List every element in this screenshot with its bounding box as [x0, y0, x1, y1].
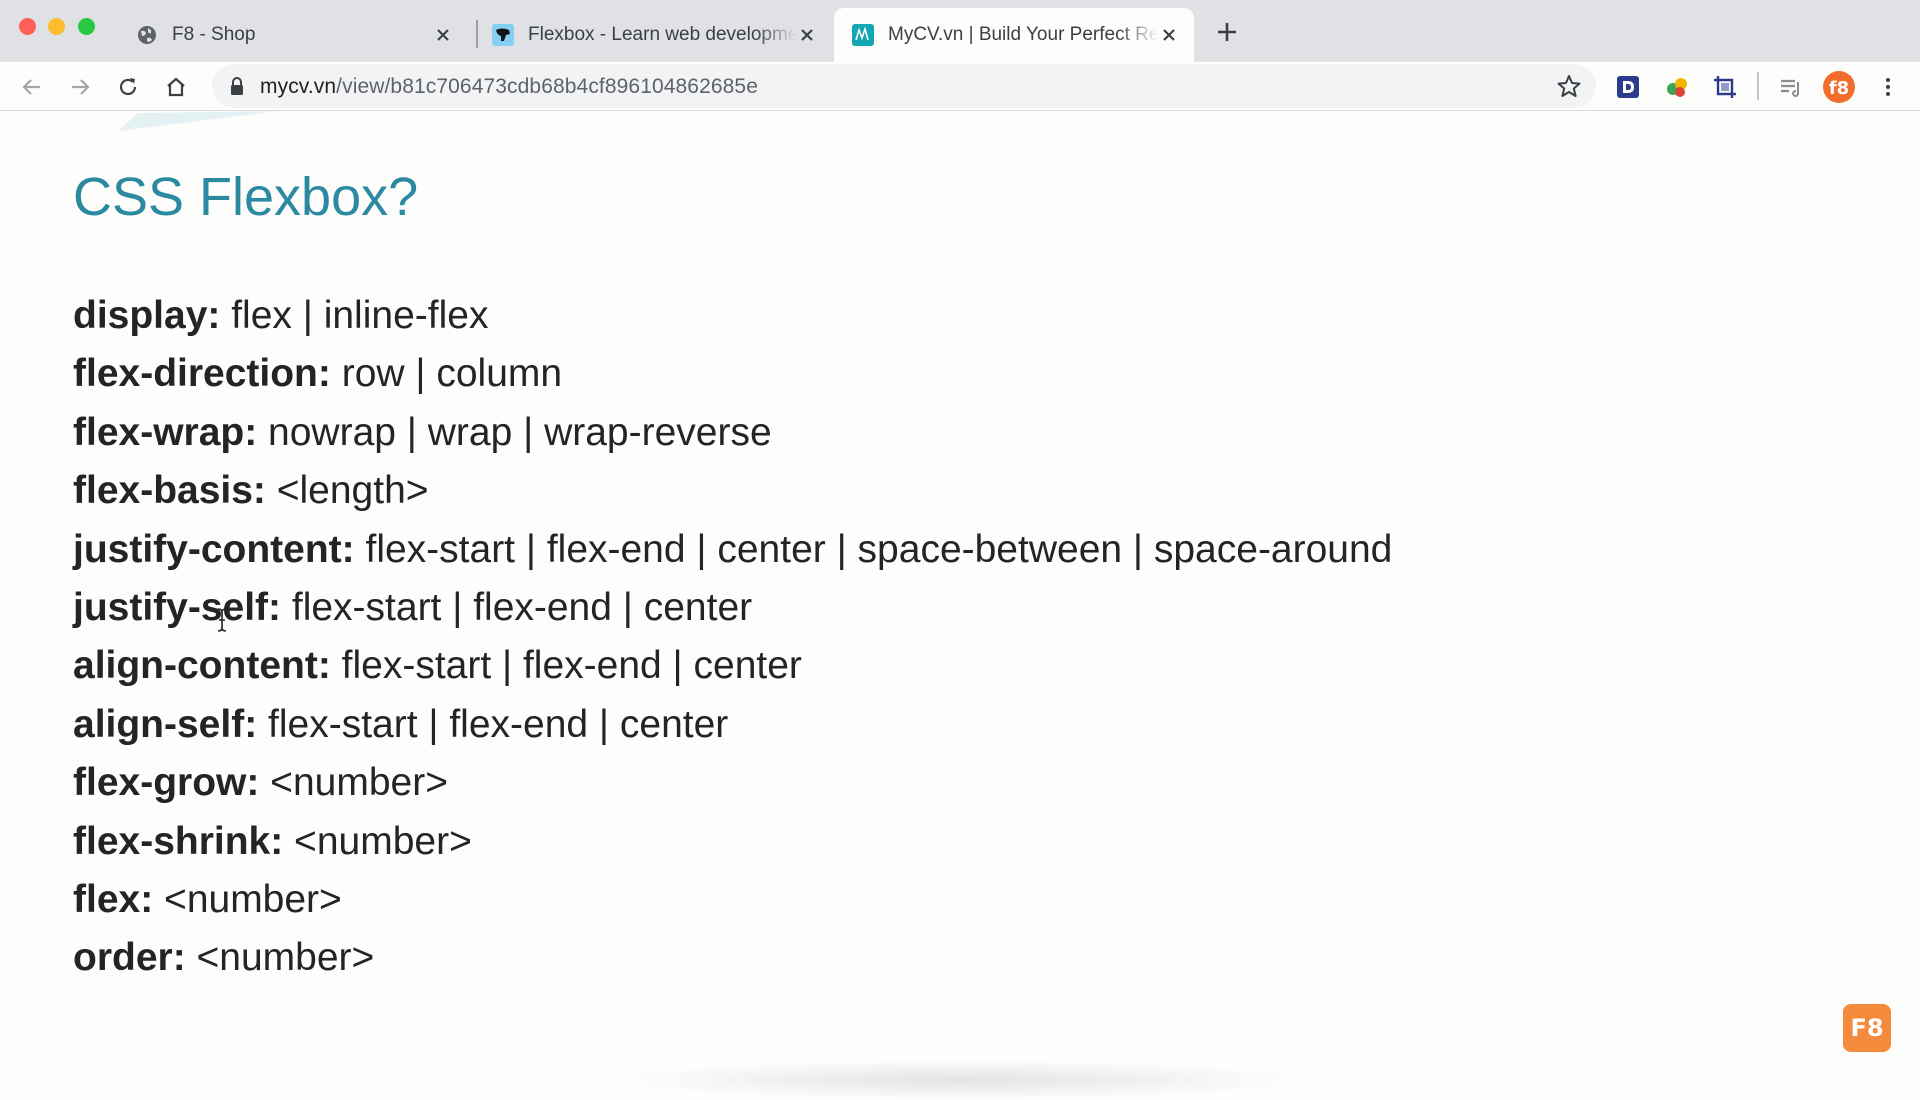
property-values: <number> — [259, 761, 448, 805]
property-values: <length> — [265, 469, 429, 513]
home-button[interactable] — [161, 72, 191, 102]
mycv-icon — [852, 24, 874, 46]
list-item: align-self: flex-start | flex-end | cent… — [73, 696, 1392, 754]
property-values: flex-start | flex-end | center — [330, 644, 802, 688]
globe-icon — [136, 24, 158, 46]
list-item: flex-shrink: <number> — [73, 813, 1392, 871]
property-name: flex-grow: — [73, 761, 260, 805]
kebab-menu-icon — [1886, 78, 1890, 96]
lock-icon[interactable] — [228, 76, 246, 101]
list-item: display: flex | inline-flex — [73, 287, 1392, 345]
flexbox-properties-list: display: flex | inline-flex flex-directi… — [73, 287, 1392, 988]
maximize-window-button[interactable] — [78, 18, 95, 35]
property-values: <number> — [185, 936, 375, 980]
minimize-window-button[interactable] — [48, 18, 65, 35]
plus-icon — [1218, 23, 1236, 41]
new-tab-button[interactable] — [1212, 17, 1242, 47]
close-tab-icon[interactable] — [796, 24, 818, 46]
tab-flexbox-mdn[interactable]: Flexbox - Learn web development — [474, 8, 832, 62]
url-text[interactable]: mycv.vn/view/b81c706473cdb68b4cf89610486… — [260, 75, 758, 99]
f8-badge-button[interactable]: F8 — [1843, 1004, 1891, 1052]
list-item: flex-wrap: nowrap | wrap | wrap-reverse — [73, 404, 1392, 462]
property-values: nowrap | wrap | wrap-reverse — [257, 410, 772, 454]
list-item: align-content: flex-start | flex-end | c… — [73, 637, 1392, 695]
list-item: flex-basis: <length> — [73, 462, 1392, 520]
f8-profile-avatar[interactable]: f8 — [1822, 70, 1856, 104]
tab-title: F8 - Shop — [172, 24, 256, 45]
property-values: flex-start | flex-end | center — [257, 702, 729, 746]
property-name: flex: — [73, 877, 154, 921]
back-button[interactable] — [17, 72, 47, 102]
toolbar-divider — [1757, 72, 1759, 100]
property-name: align-content: — [73, 644, 331, 688]
address-bar[interactable]: mycv.vn/view/b81c706473cdb68b4cf89610486… — [212, 64, 1596, 108]
home-icon — [167, 77, 185, 97]
url-path: /view/b81c706473cdb68b4cf896104862685e — [336, 75, 758, 98]
text-cursor-icon — [217, 608, 227, 632]
property-name: order: — [73, 936, 186, 980]
bookmark-star-icon[interactable] — [1556, 73, 1582, 104]
close-tab-icon[interactable] — [432, 24, 454, 46]
tab-f8-shop[interactable]: F8 - Shop — [118, 8, 468, 62]
tab-mycv[interactable]: MyCV.vn | Build Your Perfect Resume — [834, 8, 1194, 62]
arrow-right-icon — [72, 79, 90, 95]
page-title: CSS Flexbox? — [73, 167, 419, 227]
list-item: flex-direction: row | column — [73, 345, 1392, 403]
browser-toolbar: mycv.vn/view/b81c706473cdb68b4cf89610486… — [0, 62, 1920, 111]
list-item: justify-self: flex-start | flex-end | ce… — [73, 579, 1392, 637]
media-queue-icon[interactable] — [1776, 72, 1806, 102]
d-extension-icon[interactable] — [1613, 72, 1643, 102]
property-values: <number> — [283, 819, 472, 863]
color-dots-extension-icon[interactable] — [1662, 72, 1692, 102]
property-name: justify-self: — [73, 585, 282, 629]
close-window-button[interactable] — [19, 18, 36, 35]
property-values: flex-start | flex-end | center — [281, 585, 753, 629]
reload-icon — [119, 78, 137, 96]
tab-strip: F8 - Shop Flexbox - Learn web developmen… — [0, 0, 1920, 62]
property-values: <number> — [153, 877, 342, 921]
list-item: justify-content: flex-start | flex-end |… — [73, 521, 1392, 579]
close-tab-icon[interactable] — [1158, 24, 1180, 46]
property-values: flex | inline-flex — [220, 294, 489, 337]
property-name: flex-wrap: — [73, 410, 258, 454]
property-name: flex-direction: — [73, 352, 331, 396]
property-values: row | column — [330, 352, 563, 396]
crop-extension-icon[interactable] — [1710, 72, 1740, 102]
page-shadow — [610, 1060, 1310, 1100]
list-item: order: <number> — [73, 929, 1392, 987]
svg-text:f8: f8 — [1829, 78, 1849, 99]
arrow-left-icon — [22, 79, 40, 95]
tab-title: Flexbox - Learn web development — [528, 24, 796, 45]
mdn-dino-icon — [492, 24, 514, 46]
reload-button[interactable] — [113, 72, 143, 102]
list-item: flex-grow: <number> — [73, 754, 1392, 812]
forward-button[interactable] — [65, 72, 95, 102]
url-domain: mycv.vn — [260, 75, 337, 98]
tab-title: MyCV.vn | Build Your Perfect Resume — [888, 24, 1158, 45]
page-content: CSS Flexbox? display: flex | inline-flex… — [0, 111, 1920, 1080]
browser-menu-button[interactable] — [1873, 72, 1903, 102]
property-values: flex-start | flex-end | center | space-b… — [354, 527, 1393, 571]
property-name: flex-basis: — [73, 469, 266, 513]
property-name: align-self: — [73, 702, 258, 746]
property-name: flex-shrink: — [73, 819, 284, 863]
list-item: flex: <number> — [73, 871, 1392, 929]
property-name: justify-content: — [73, 527, 355, 571]
property-name: display: — [73, 294, 221, 337]
decorative-shape — [118, 111, 278, 131]
